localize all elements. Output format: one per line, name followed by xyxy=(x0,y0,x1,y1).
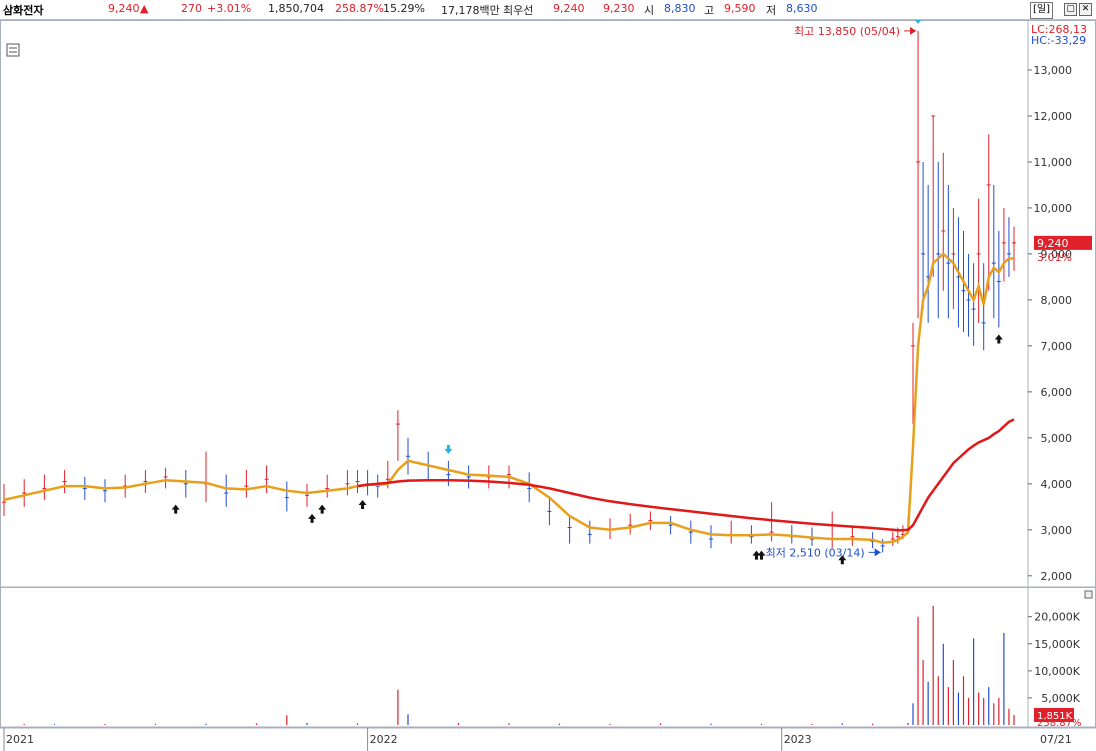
up-arrow-icon: ▲ xyxy=(140,2,149,15)
price-tick-label: 5,000 xyxy=(1041,432,1073,445)
volume-rate-label: 258.87% xyxy=(1037,718,1082,729)
price-panel: 2,0003,0004,0005,0006,0007,0008,0009,000… xyxy=(0,20,1096,727)
low-price: 8,630 xyxy=(786,2,818,15)
open-label: 시 xyxy=(644,4,655,17)
sell-signal-arrow-icon xyxy=(444,444,453,454)
x-axis: 2021 2022 2023 07/21 xyxy=(0,727,1096,751)
volume-tick-label: 15,000K xyxy=(1034,638,1080,651)
buy-signal-arrow-icon xyxy=(994,334,1003,344)
buy-signal-arrow-icon xyxy=(308,513,317,523)
volume-tick-label: 10,000K xyxy=(1034,665,1080,678)
period-daily-button[interactable]: [일] xyxy=(1030,2,1054,19)
buy-signal-arrow-icon xyxy=(171,504,180,514)
trade-amount: 17,178백만 xyxy=(441,4,500,17)
price-tick-label: 6,000 xyxy=(1041,386,1073,399)
current-rate-label: 3.01% xyxy=(1037,251,1072,264)
hc-label: HC:-33,29 xyxy=(1031,34,1086,47)
price-tick-label: 10,000 xyxy=(1034,202,1073,215)
stock-chart[interactable]: 2,0003,0004,0005,0006,0007,0008,0009,000… xyxy=(0,20,1096,751)
x-tick-label: 07/21 xyxy=(1040,733,1072,746)
low-label: 저 xyxy=(766,4,777,17)
current-price-marker-label: 9,240 xyxy=(1037,237,1069,250)
quote-header: 삼화전자 9,240 ▲ 270 +3.01% 1,850,704 258.87… xyxy=(0,0,1096,20)
window-restore-icon[interactable]: ▢ xyxy=(1064,3,1077,16)
price-tick-label: 12,000 xyxy=(1034,110,1073,123)
buy-signal-arrow-icon xyxy=(358,500,367,510)
volume-tick-label: 20,000K xyxy=(1034,611,1080,624)
high-label: 고 xyxy=(704,4,715,17)
best-bid: 9,230 xyxy=(603,2,635,15)
max-pointer-arrow-icon xyxy=(910,26,917,35)
price-tick-label: 3,000 xyxy=(1041,524,1073,537)
x-tick-label: 2022 xyxy=(370,733,398,746)
change-rate: +3.01% xyxy=(207,2,252,15)
buy-signal-arrow-icon xyxy=(318,504,327,514)
x-tick-label: 2023 xyxy=(784,733,812,746)
short-ma-line xyxy=(3,252,1014,544)
stock-name: 삼화전자 xyxy=(3,4,44,17)
volume-panel: 5,000K10,000K15,000K20,000K1,851K258.87% xyxy=(0,586,1096,729)
price-tick-label: 8,000 xyxy=(1041,294,1073,307)
volume-tick-label: 5,000K xyxy=(1041,692,1080,705)
current-price: 9,240 xyxy=(108,2,140,15)
turnover-rate: 15.29% xyxy=(383,2,425,15)
volume-rate: 258.87% xyxy=(335,2,384,15)
price-panel-frame xyxy=(0,20,1096,588)
price-tick-label: 2,000 xyxy=(1041,570,1073,583)
best-ask: 9,240 xyxy=(553,2,585,15)
min-annotation: 최저 2,510 (03/14) xyxy=(766,546,865,559)
volume-close-icon xyxy=(1084,590,1093,599)
x-tick-label: 2021 xyxy=(6,733,34,746)
min-pointer-arrow-icon xyxy=(874,548,881,557)
trade-volume: 1,850,704 xyxy=(268,2,324,15)
chart-menu-icon xyxy=(6,43,20,57)
price-change: 270 xyxy=(181,2,202,15)
price-tick-label: 13,000 xyxy=(1034,64,1073,77)
best-quote-label: 최우선 xyxy=(503,4,534,17)
long-ma-line xyxy=(357,418,1015,532)
buy-signal-arrow-icon xyxy=(757,550,766,560)
price-tick-label: 11,000 xyxy=(1034,156,1073,169)
window-close-icon[interactable]: ✕ xyxy=(1079,3,1092,16)
high-price: 9,590 xyxy=(724,2,756,15)
open-price: 8,830 xyxy=(664,2,696,15)
max-annotation: 최고 13,850 (05/04) xyxy=(794,25,900,38)
price-tick-label: 4,000 xyxy=(1041,478,1073,491)
price-tick-label: 7,000 xyxy=(1041,340,1073,353)
volume-panel-frame xyxy=(0,586,1096,728)
